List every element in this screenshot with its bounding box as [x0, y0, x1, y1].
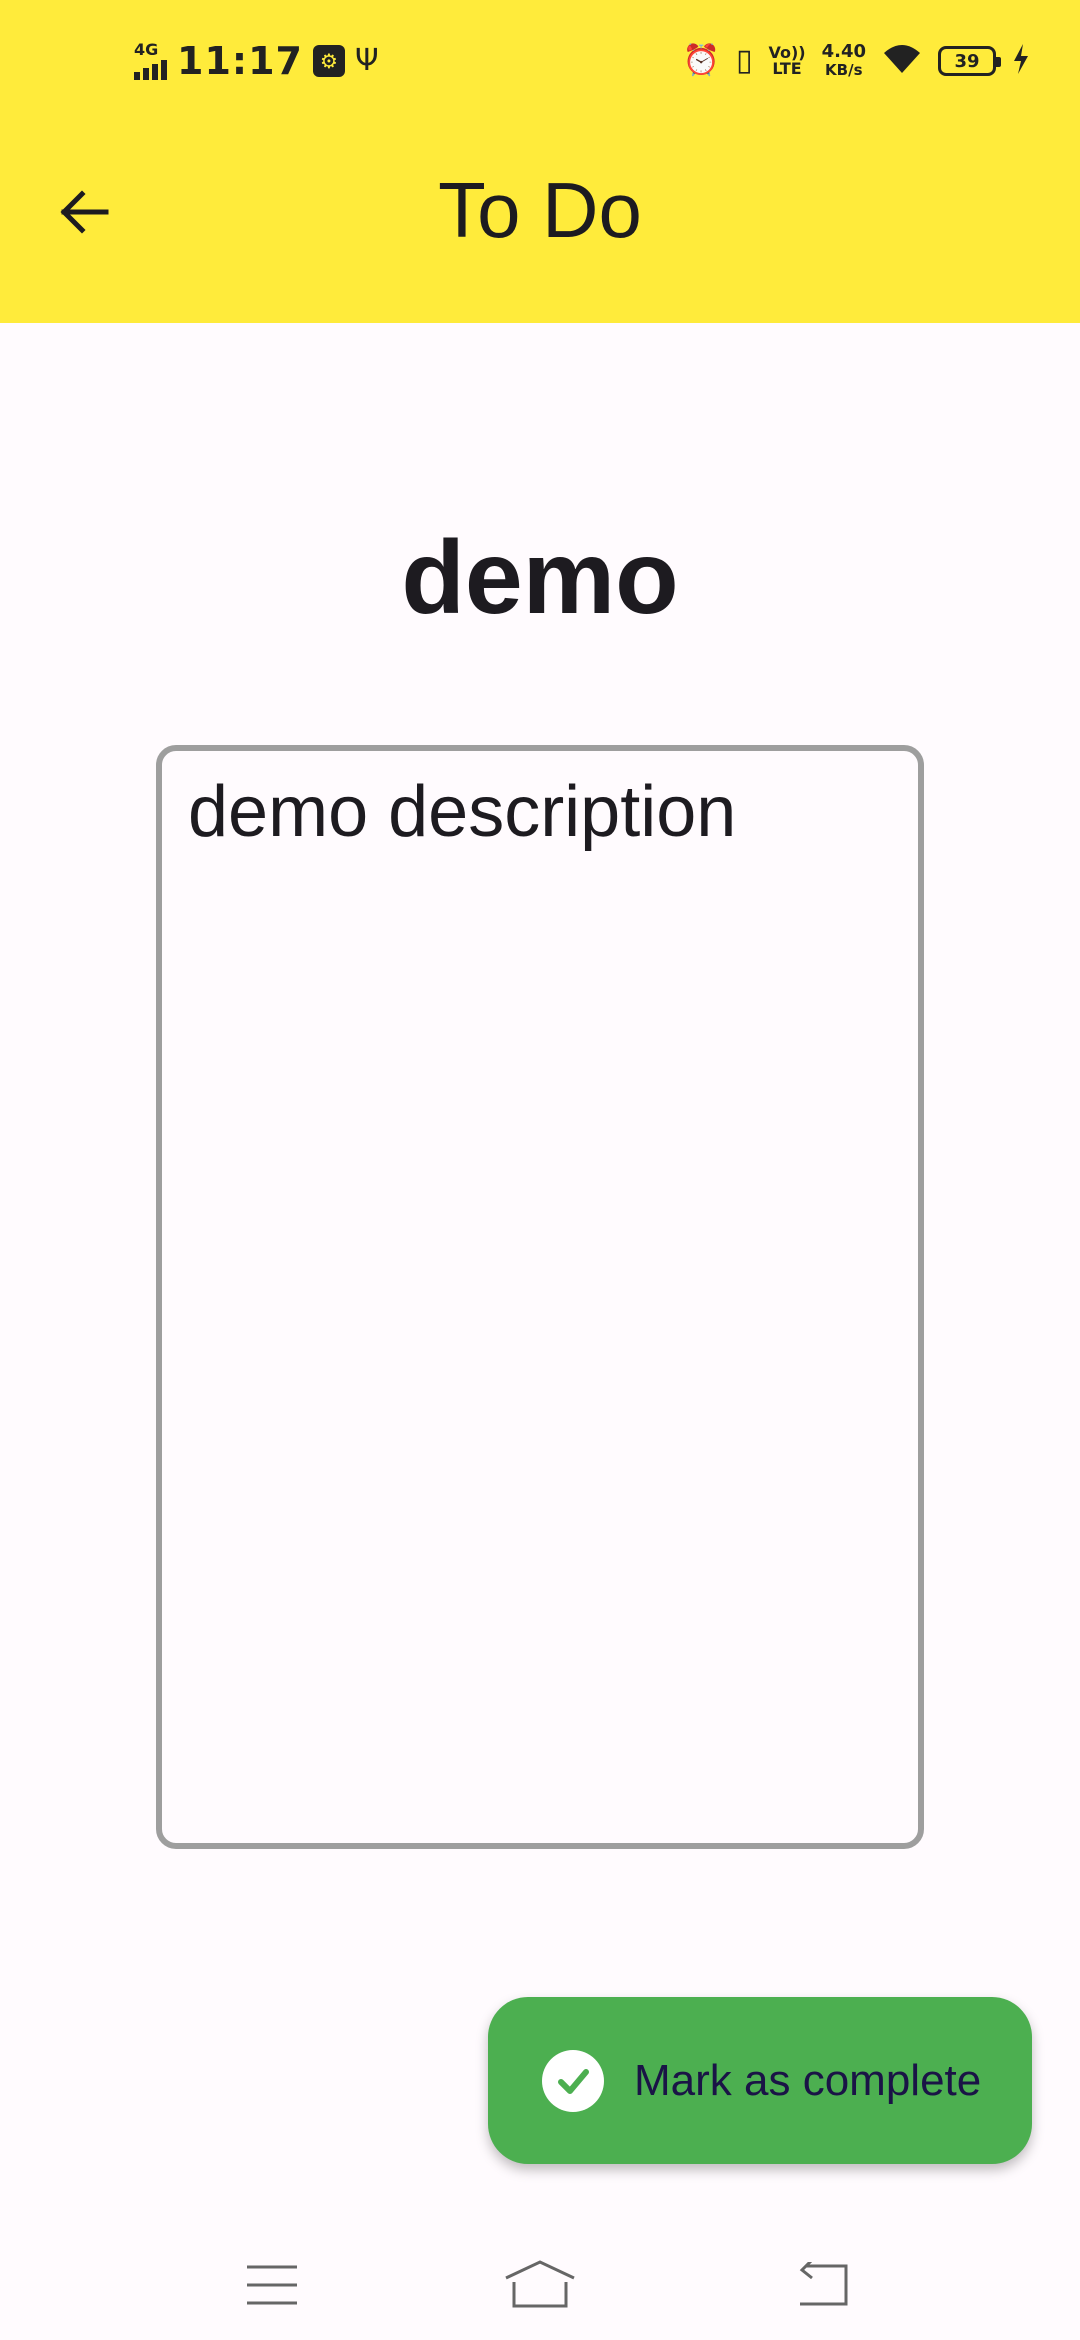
wifi-icon: [882, 43, 922, 79]
battery-level: 39: [954, 50, 980, 72]
usb-settings-icon: ⚙: [312, 45, 345, 77]
nav-home-button[interactable]: [500, 2245, 580, 2325]
todo-description: demo description: [188, 772, 737, 852]
nav-menu-button[interactable]: [232, 2245, 312, 2325]
volte-indicator: Vo)) LTE: [768, 43, 806, 78]
nav-back-button[interactable]: [784, 2245, 864, 2325]
app-bar-title: To Do: [438, 166, 642, 254]
back-icon: [799, 2262, 848, 2306]
usb-icon: Ψ: [354, 43, 379, 78]
status-time: 11:17: [177, 39, 303, 83]
description-box[interactable]: demo description: [156, 745, 924, 1849]
app-bar: 4G 11:17 ⚙ Ψ ⏰ ▯ Vo)) LTE 4.40 KB/s 39 T…: [0, 0, 1080, 323]
network-speed: 4.40 KB/s: [821, 41, 866, 80]
network-type: 4G: [134, 40, 159, 59]
charging-icon: [1012, 44, 1030, 78]
menu-icon: [247, 2265, 297, 2305]
battery-icon: 39: [938, 46, 1001, 76]
status-bar: 4G 11:17 ⚙ Ψ ⏰ ▯ Vo)) LTE 4.40 KB/s 39: [0, 0, 1080, 120]
vibrate-icon: ▯: [735, 43, 753, 78]
signal-icon: [134, 58, 167, 80]
todo-title: demo: [401, 520, 679, 636]
check-circle-icon: [542, 2049, 604, 2112]
system-nav-bar: [0, 2215, 1080, 2340]
alarm-icon: ⏰: [682, 43, 720, 78]
mark-complete-label: Mark as complete: [634, 2055, 982, 2105]
home-icon: [505, 2260, 575, 2308]
mark-complete-button[interactable]: Mark as complete: [488, 1997, 1032, 2164]
